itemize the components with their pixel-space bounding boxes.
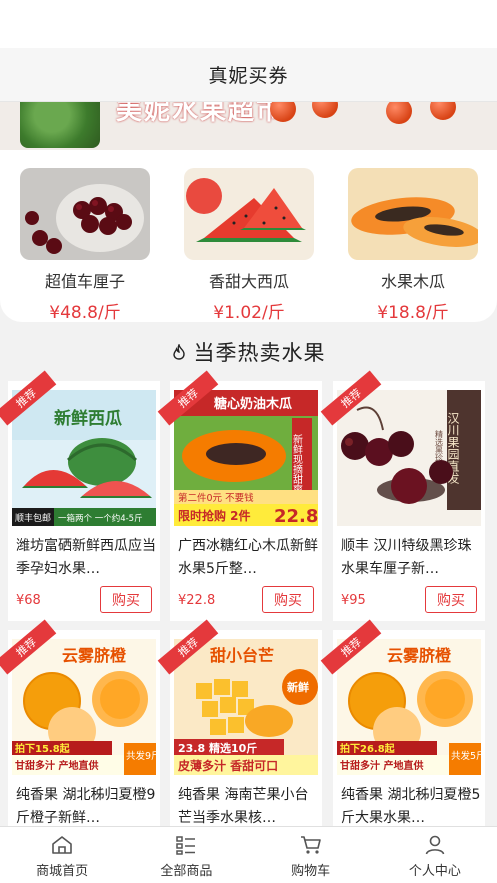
section-header: 当季热卖水果 [0,334,497,370]
product-image-text: 拍下15.8起 [15,742,71,755]
buy-button[interactable]: 购买 [100,586,152,613]
tab-label: 个人中心 [408,864,461,879]
list-icon [176,836,196,855]
product-card[interactable]: 糖心奶油木瓜 新鲜现摘甜爽多汁 第二件0元 不要钱 限时抢购 2件 22.8 推… [157,370,322,621]
tab-label: 购物车 [291,864,331,879]
recommend-item[interactable]: 香甜大西瓜 ¥1.02/斤 [183,168,315,323]
product-price: ¥68 [16,593,41,608]
product-image: 甜小台芒 新鲜 23.8 精选10斤 皮薄多汁 香甜可口 [174,639,318,775]
section-title: 当季热卖水果 [193,341,326,365]
tab-profile[interactable]: 个人中心 [373,827,497,883]
product-image-text: 一箱两个 一个约4-5斤 [58,513,143,524]
product-title: 纯香果 海南芒果小台芒当季水果核… [178,787,309,826]
banner-text: 美妮水果超市 [116,102,285,126]
buy-button[interactable]: 购买 [262,586,314,613]
product-price: ¥22.8 [178,593,216,608]
product-image-text: 皮薄多汁 香甜可口 [177,758,278,773]
cherries-image [20,168,150,260]
product-image: 糖心奶油木瓜 新鲜现摘甜爽多汁 第二件0元 不要钱 限时抢购 2件 22.8 [174,390,318,526]
bottom-tab-bar: 商城首页 全部商品 购物车 个人中心 [0,826,497,883]
product-image-text: 第二件0元 不要钱 [178,492,254,504]
tab-label: 全部商品 [160,864,213,879]
recommend-price: ¥1.02/斤 [213,303,285,323]
product-grid: 新鲜西瓜 顺丰包邮 一箱两个 一个约4-5斤 推荐 潍坊富硒新鲜西瓜应当季孕妇水… [0,370,497,870]
product-title: 顺丰 汉川特级黑珍珠 水果车厘子新… [341,538,472,577]
recommend-name: 香甜大西瓜 [208,272,289,291]
product-card[interactable]: 汉川果园直发 精选黑珍珠 推荐 顺丰 汉川特级黑珍珠 水果车厘子新… ¥95 购… [320,370,485,621]
recommend-price: ¥48.8/斤 [49,303,121,323]
product-image-text: 甜小台芒 [210,646,274,665]
fire-icon [172,344,185,360]
banner-fruit-image [270,102,296,122]
banner-fruit-image [430,102,456,120]
product-title: 纯香果 湖北秭归夏橙9斤橙子新鲜… [16,787,156,826]
tab-label: 商城首页 [36,864,89,879]
banner-fruit-image [386,102,412,124]
tab-home[interactable]: 商城首页 [0,827,124,883]
product-image-text: 共发9斤 [126,750,156,762]
product-image-text: 顺丰包邮 [15,512,51,524]
recommend-price: ¥18.8/斤 [377,303,449,323]
product-image-text: 新鲜西瓜 [54,408,122,429]
page-title: 真妮买券 [208,65,289,87]
user-icon [425,835,445,855]
product-image: 新鲜西瓜 顺丰包邮 一箱两个 一个约4-5斤 [12,390,156,526]
recommend-card: 超值车厘子 ¥48.8/斤 香甜大西瓜 ¥1.02/斤 水果木瓜 ¥18.8/斤 [0,150,497,323]
recommend-item[interactable]: 水果木瓜 ¥18.8/斤 [347,168,479,323]
banner-fruit-image [312,102,338,118]
recommend-item[interactable]: 超值车厘子 ¥48.8/斤 [19,168,151,323]
product-price: ¥95 [341,593,366,608]
product-image-text: 新鲜 [287,680,309,694]
product-image-text: 云雾脐橙 [62,646,127,665]
papaya-image [348,168,478,260]
home-icon [52,836,72,854]
recommend-name: 超值车厘子 [44,272,125,291]
watermelon-image [184,168,314,260]
product-title: 纯香果 湖北秭归夏橙5斤大果水果… [341,787,481,826]
product-image-text: 共发5斤 [451,750,481,762]
product-image-text: 甘甜多汁 产地直供 [340,759,423,772]
product-image-text: 限时抢购 2件 [178,508,251,523]
tab-cart[interactable]: 购物车 [249,827,373,883]
cart-icon [300,836,321,854]
product-image: 云雾脐橙 拍下26.8起 甘甜多汁 产地直供 共发5斤 [337,639,481,775]
status-bar [0,0,497,48]
app-screen: 真妮买券 美妮水果超市 超值车厘子 ¥48.8/斤 香甜大西瓜 ¥1.02/斤 … [0,0,497,883]
buy-button[interactable]: 购买 [425,586,477,613]
product-image: 汉川果园直发 精选黑珍珠 [337,390,481,526]
promo-banner[interactable]: 美妮水果超市 [0,102,497,150]
product-title: 广西冰糖红心木瓜新鲜水果5斤整… [178,538,318,577]
product-image-text: 云雾脐橙 [387,646,452,665]
recommend-name: 水果木瓜 [380,272,445,291]
product-image: 云雾脐橙 拍下15.8起 甘甜多汁 产地直供 共发9斤 [12,639,156,775]
product-image-text: 甘甜多汁 产地直供 [15,759,98,772]
product-image-text: 22.8 [274,506,318,526]
product-image-text: 23.8 精选10斤 [178,741,257,755]
top-header: 真妮买券 [0,48,497,102]
tab-all-products[interactable]: 全部商品 [124,827,248,883]
banner-image [20,102,100,148]
product-image-text: 拍下26.8起 [340,742,396,755]
product-card[interactable]: 新鲜西瓜 顺丰包邮 一箱两个 一个约4-5斤 推荐 潍坊富硒新鲜西瓜应当季孕妇水… [0,370,160,621]
product-title: 潍坊富硒新鲜西瓜应当季孕妇水果… [16,538,156,577]
product-image-text: 糖心奶油木瓜 [214,396,292,412]
